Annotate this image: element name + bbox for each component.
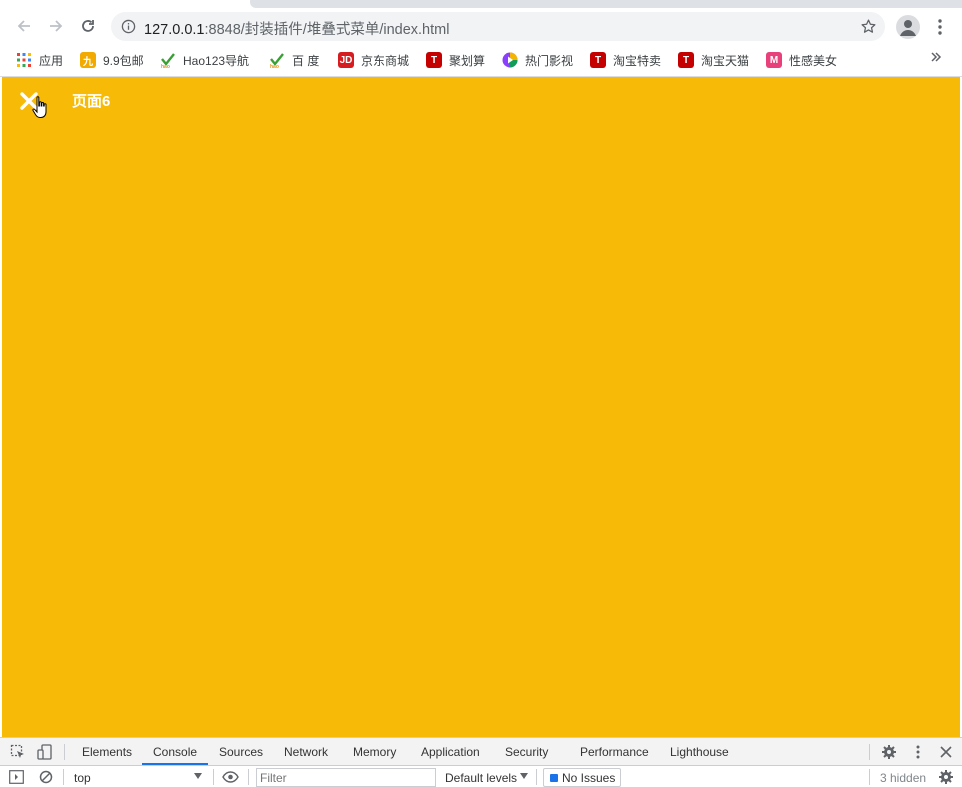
dropdown-arrow-icon[interactable] bbox=[194, 773, 202, 780]
toolbar-divider bbox=[869, 769, 870, 785]
jd-icon: JD bbox=[338, 52, 354, 68]
toolbar-divider bbox=[248, 769, 249, 785]
bookmark-hao123[interactable]: hao Hao123导航 bbox=[160, 50, 249, 70]
page-title: 页面6 bbox=[72, 93, 111, 110]
tab-security[interactable]: Security bbox=[505, 745, 548, 759]
svg-text:hao: hao bbox=[270, 64, 279, 68]
bookmark-label: 应用 bbox=[39, 53, 64, 68]
stacked-menu-page: 页面6 bbox=[2, 77, 960, 737]
tab-lighthouse[interactable]: Lighthouse bbox=[670, 745, 729, 759]
bookmark-jiu[interactable]: 九 9.9包邮 bbox=[80, 50, 144, 70]
bookmark-juhuasuan[interactable]: T 聚划算 bbox=[426, 50, 485, 70]
bookmark-label: 淘宝天猫 bbox=[701, 53, 750, 68]
tab-application[interactable]: Application bbox=[421, 745, 480, 759]
eye-icon[interactable] bbox=[222, 770, 239, 784]
tab-network[interactable]: Network bbox=[284, 745, 328, 759]
issues-label: No Issues bbox=[562, 770, 616, 785]
hao-icon: hao bbox=[160, 52, 176, 68]
issues-button[interactable]: No Issues bbox=[543, 768, 622, 787]
hidden-count: 3 hidden bbox=[880, 771, 927, 785]
double-chevron-right-icon bbox=[931, 52, 942, 62]
console-toolbar: top Default levels No Issues 3 hidden bbox=[0, 765, 962, 787]
tmall-t-icon: T bbox=[678, 52, 694, 68]
info-icon[interactable] bbox=[121, 19, 136, 34]
address-bar[interactable]: 127.0.0.1:8848/封装插件/堆叠式菜单/index.html bbox=[111, 12, 885, 41]
toolbar-divider bbox=[213, 769, 214, 785]
bookmark-movies[interactable]: 热门影视 bbox=[502, 50, 573, 70]
hao-icon: hao bbox=[269, 52, 285, 68]
url-host: 127.0.0.1 bbox=[144, 22, 205, 38]
sidebar-toggle-icon[interactable] bbox=[9, 770, 24, 784]
person-icon bbox=[900, 20, 916, 36]
url-path: :8848/封装插件/堆叠式菜单/index.html bbox=[204, 22, 450, 38]
bookmark-label: 性感美女 bbox=[789, 53, 838, 68]
tab-bar-background bbox=[250, 0, 962, 8]
arrow-left-icon bbox=[17, 20, 30, 32]
tab-memory[interactable]: Memory bbox=[353, 745, 396, 759]
svg-text:hao: hao bbox=[161, 64, 170, 68]
toolbar-divider bbox=[64, 744, 65, 760]
context-selector[interactable]: top bbox=[74, 771, 91, 785]
bookmark-label: 京东商城 bbox=[361, 53, 410, 68]
back-button[interactable] bbox=[9, 11, 39, 41]
url-text[interactable]: 127.0.0.1:8848/封装插件/堆叠式菜单/index.html bbox=[144, 18, 449, 39]
jiu-icon: 九 bbox=[80, 52, 96, 68]
bookmark-beauty[interactable]: M 性感美女 bbox=[766, 50, 837, 70]
devtools-tab-bar: Elements Console Sources Network Memory … bbox=[0, 737, 962, 765]
browser-toolbar: 127.0.0.1:8848/封装插件/堆叠式菜单/index.html bbox=[0, 8, 962, 45]
reload-icon bbox=[82, 20, 94, 32]
bookmark-baidu[interactable]: hao 百 度 bbox=[269, 50, 319, 70]
bookmark-apps[interactable]: 应用 bbox=[16, 50, 63, 70]
dropdown-arrow-icon[interactable] bbox=[520, 773, 528, 780]
tab-sources[interactable]: Sources bbox=[219, 745, 263, 759]
page-viewport: 页面6 bbox=[0, 77, 962, 737]
m-icon: M bbox=[766, 52, 782, 68]
bookmark-label: Hao123导航 bbox=[183, 53, 250, 68]
arrow-right-icon bbox=[50, 20, 63, 32]
apps-grid-icon bbox=[16, 52, 32, 68]
device-toolbar-icon[interactable] bbox=[37, 744, 53, 760]
console-settings-gear-icon[interactable] bbox=[938, 769, 954, 785]
bookmark-star-icon[interactable] bbox=[860, 18, 877, 35]
clear-console-icon[interactable] bbox=[39, 770, 53, 784]
bookmark-label: 淘宝特卖 bbox=[613, 53, 662, 68]
profile-avatar[interactable] bbox=[896, 15, 920, 39]
tab-performance[interactable]: Performance bbox=[580, 745, 649, 759]
tab-console[interactable]: Console bbox=[153, 745, 197, 759]
reload-button[interactable] bbox=[73, 11, 103, 41]
tab-elements[interactable]: Elements bbox=[82, 745, 132, 759]
filter-input[interactable] bbox=[257, 769, 433, 787]
bookmark-label: 热门影视 bbox=[525, 53, 574, 68]
hand-pointer-cursor-icon bbox=[32, 96, 47, 118]
tab-strip bbox=[0, 0, 962, 8]
filter-field[interactable] bbox=[256, 768, 436, 787]
tmall-t-icon: T bbox=[590, 52, 606, 68]
bookmark-label: 9.9包邮 bbox=[103, 53, 144, 68]
more-vert-icon[interactable] bbox=[910, 744, 926, 760]
toolbar-divider bbox=[63, 769, 64, 785]
bookmarks-overflow-button[interactable] bbox=[930, 50, 942, 67]
video-play-icon bbox=[502, 52, 518, 68]
forward-button[interactable] bbox=[41, 11, 71, 41]
toolbar-divider bbox=[869, 744, 870, 760]
tmall-t-icon: T bbox=[426, 52, 442, 68]
bookmark-label: 聚划算 bbox=[449, 53, 486, 68]
toolbar-divider bbox=[536, 769, 537, 785]
more-vert-icon bbox=[938, 19, 942, 35]
browser-menu-button[interactable] bbox=[932, 16, 948, 38]
bookmarks-bar: 应用 九 9.9包邮 hao Hao123导航 hao 百 度 JD 京东商城 … bbox=[0, 45, 962, 77]
bookmark-tmall[interactable]: T 淘宝天猫 bbox=[678, 50, 749, 70]
gear-icon[interactable] bbox=[881, 744, 897, 760]
inspect-element-icon[interactable] bbox=[10, 744, 26, 760]
log-levels-dropdown[interactable]: Default levels bbox=[445, 771, 517, 785]
issues-icon bbox=[550, 773, 558, 782]
bookmark-jd[interactable]: JD 京东商城 bbox=[338, 50, 409, 70]
close-icon[interactable] bbox=[938, 744, 954, 760]
bookmark-taobao-sale[interactable]: T 淘宝特卖 bbox=[590, 50, 661, 70]
bookmark-label: 百 度 bbox=[292, 53, 320, 68]
